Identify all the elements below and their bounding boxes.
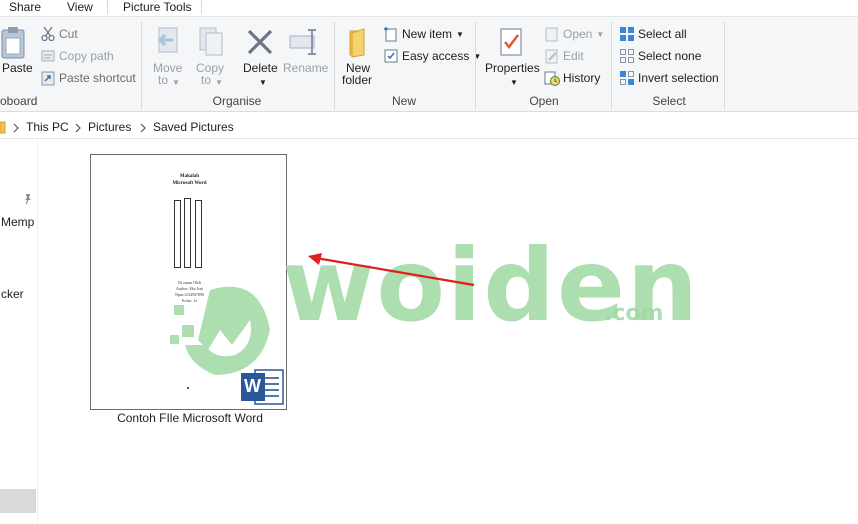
rename-icon [289, 29, 316, 55]
doc-dot [187, 387, 189, 389]
history-icon [544, 71, 560, 86]
open-group-label: Open [529, 94, 559, 108]
clipboard-icon [1, 27, 25, 59]
chevron-down-icon: ▼ [596, 30, 605, 39]
new-group-label: New [391, 94, 416, 108]
chevron-right-icon [140, 123, 146, 133]
rename-button[interactable]: Rename [282, 26, 328, 88]
chevron-right-icon [75, 123, 81, 133]
properties-icon [500, 28, 522, 56]
chevron-down-icon: ▼ [456, 30, 464, 39]
chevron-down-icon: ▼ [215, 78, 223, 87]
invert-selection-icon [620, 71, 634, 85]
move-to-icon [157, 27, 178, 53]
word-icon: W [241, 367, 285, 407]
clipboard-group-label: oboard [0, 94, 38, 108]
navigation-pane: Memp cker [0, 140, 38, 524]
group-divider [141, 22, 142, 110]
doc-decor-bar [174, 200, 181, 268]
word-letter: W [244, 376, 261, 396]
nav-item-quick-access[interactable]: Memp [1, 215, 34, 229]
select-group-label: Select [652, 94, 686, 108]
nav-scrollbar[interactable] [0, 489, 36, 513]
doc-decor-bar [184, 198, 191, 268]
group-divider [475, 22, 476, 110]
chevron-down-icon: ▼ [172, 78, 180, 87]
paste-label: Paste [2, 61, 33, 75]
edit-icon [545, 49, 558, 64]
file-thumbnail[interactable]: Makalah Microsoft Word Di susun Oleh Aut… [90, 154, 287, 410]
doc-decor-bar [195, 200, 202, 268]
open-file-icon [545, 27, 558, 42]
nav-item-folder[interactable]: cker [1, 287, 24, 301]
tab-share[interactable]: Share [9, 0, 41, 16]
paste-button[interactable]: Paste [0, 26, 33, 86]
folder-icon [0, 121, 6, 134]
ribbon-tabs: Share View Picture Tools [0, 0, 858, 16]
copy-path-icon [41, 50, 55, 62]
doc-text-line: Author: Eko Isni [176, 286, 203, 291]
copy-to-icon [199, 27, 223, 56]
select-none-icon [620, 49, 634, 63]
group-divider [724, 22, 725, 110]
new-item-icon [384, 27, 397, 42]
red-arrow-annotation [308, 253, 475, 287]
scissors-icon [41, 26, 55, 42]
watermark-suffix: .com [604, 301, 664, 326]
breadcrumb-this-pc[interactable]: This PC [26, 120, 69, 134]
chevron-down-icon: ▼ [259, 78, 267, 87]
move-to-button[interactable]: Move to ▼ [150, 26, 186, 88]
tab-divider [107, 0, 108, 14]
chevron-right-icon [13, 123, 19, 133]
group-divider [334, 22, 335, 110]
pin-icon[interactable] [22, 193, 34, 205]
tab-divider [201, 0, 202, 14]
breadcrumb-pictures[interactable]: Pictures [88, 120, 131, 134]
delete-button[interactable]: Delete ▼ [240, 26, 280, 88]
copy-to-button[interactable]: Copy to ▼ [193, 26, 229, 88]
doc-title-line: Makalah [179, 174, 200, 179]
address-bar[interactable]: This PC Pictures Saved Pictures [0, 117, 858, 139]
doc-text-line: Npm:1234567890 [174, 292, 205, 297]
chevron-down-icon: ▼ [510, 78, 518, 87]
tab-view[interactable]: View [67, 0, 93, 16]
delete-x-icon [247, 29, 273, 55]
doc-text-line: Kelas: 1a [182, 298, 197, 303]
easy-access-icon [384, 49, 398, 63]
select-all-icon [620, 27, 634, 41]
paste-shortcut-icon [41, 71, 55, 86]
new-folder-button[interactable]: New folder [340, 26, 378, 88]
breadcrumb-saved-pictures[interactable]: Saved Pictures [153, 120, 234, 134]
properties-button[interactable]: Properties ▼ [482, 26, 540, 88]
file-name-label[interactable]: Contoh FIle Microsoft Word [90, 411, 290, 425]
group-divider [611, 22, 612, 110]
doc-title-line: Microsoft Word [172, 181, 207, 186]
organise-group-label: Organise [212, 94, 262, 108]
tab-picture-tools[interactable]: Picture Tools [123, 0, 191, 16]
folder-icon [349, 28, 365, 58]
doc-text-line: Di susun Oleh [178, 280, 201, 285]
